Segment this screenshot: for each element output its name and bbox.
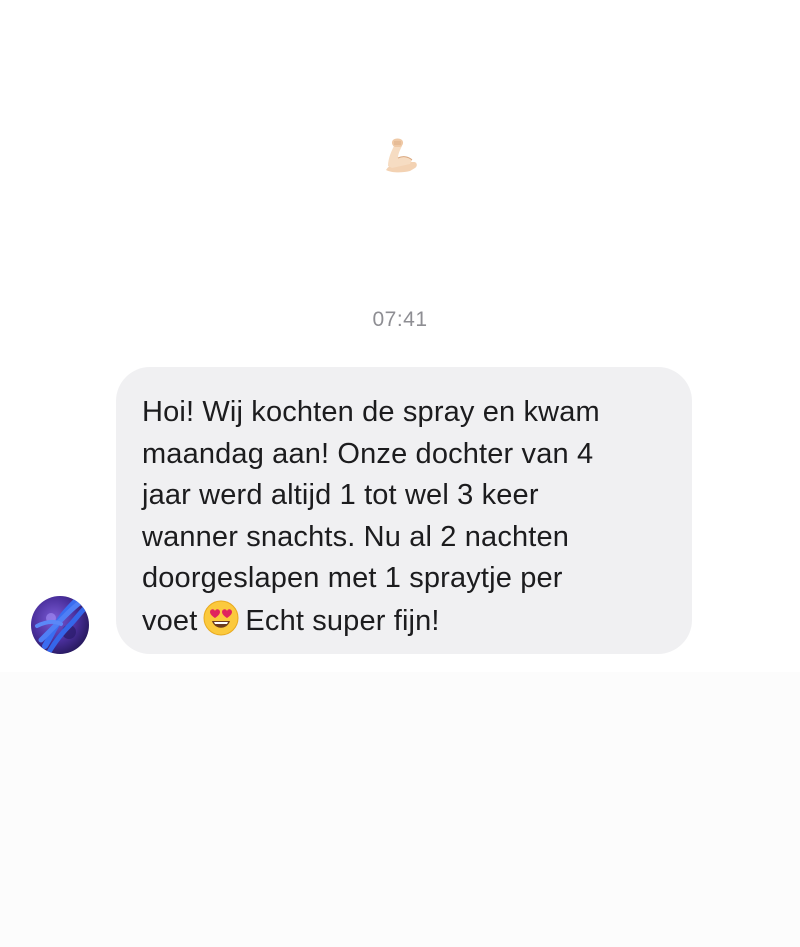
message-line: maandag aan! Onze dochter van 4 xyxy=(142,437,594,470)
avatar-image xyxy=(31,596,89,654)
message-line: Echt super fijn! xyxy=(245,604,440,637)
previous-message-area xyxy=(0,0,800,272)
avatar[interactable] xyxy=(31,596,89,654)
message-timestamp: 07:41 xyxy=(372,308,428,331)
message-line: wanner snachts. Nu al 2 nachten xyxy=(142,520,570,553)
empty-area xyxy=(0,672,800,947)
message-line: doorgeslapen met 1 spraytje per xyxy=(142,562,563,594)
message-line: voet xyxy=(142,604,198,637)
message-line: Hoi! Wij kochten de spray en kwam xyxy=(142,396,600,428)
message-bubble[interactable]: Hoi! Wij kochten de spray en kwam maanda… xyxy=(116,367,692,654)
chat-screen: 07:41 Hoi! Wij kochten de spray en kwam … xyxy=(0,0,800,947)
heart-eyes-emoji-icon xyxy=(203,600,239,635)
message-text: Hoi! Wij kochten de spray en kwam maanda… xyxy=(142,392,668,642)
message-line: jaar werd altijd 1 tot wel 3 keer xyxy=(142,479,539,511)
flexed-biceps-icon xyxy=(386,138,417,173)
